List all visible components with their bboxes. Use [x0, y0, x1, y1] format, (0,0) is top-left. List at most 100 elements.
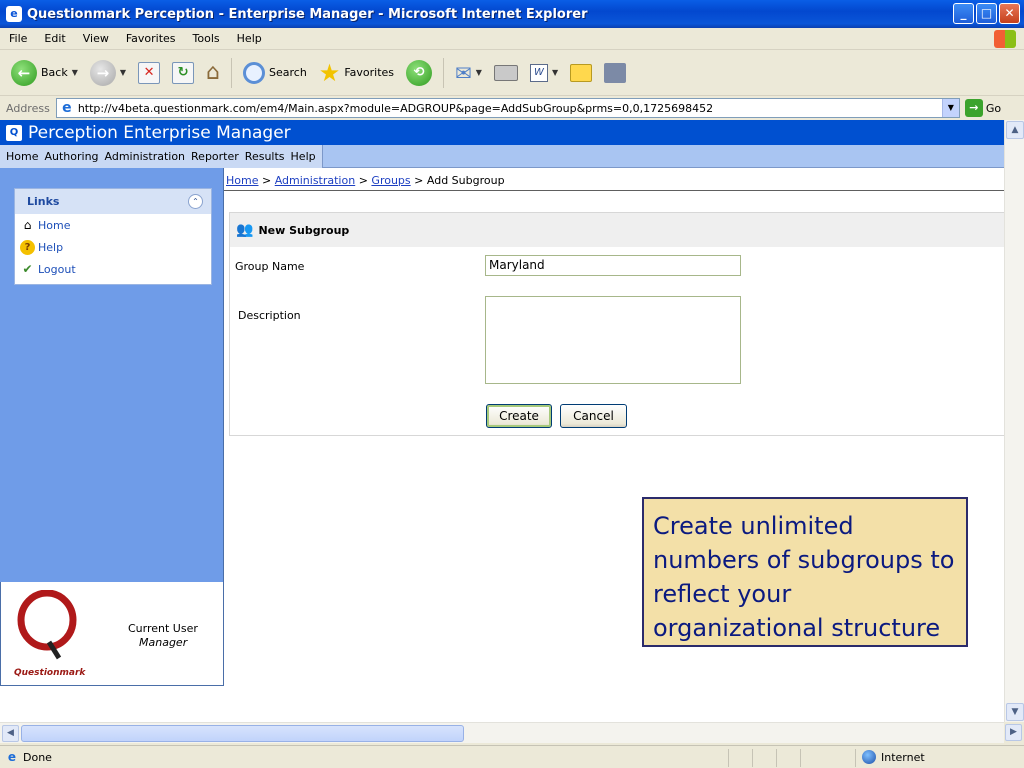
ie-icon: e: [6, 6, 22, 22]
scroll-down-icon[interactable]: ▼: [1006, 703, 1024, 721]
questionmark-logo-icon: [17, 590, 77, 660]
printer-icon: [493, 64, 518, 81]
group-name-input[interactable]: Maryland: [485, 255, 741, 276]
mail-button[interactable]: ✉ ▼: [452, 56, 485, 90]
window-title: Questionmark Perception - Enterprise Man…: [27, 6, 588, 22]
horizontal-scrollbar[interactable]: ◀: [0, 722, 1004, 743]
nav-results[interactable]: Results: [239, 150, 285, 163]
stop-button[interactable]: ✕: [135, 56, 163, 90]
create-button[interactable]: Create: [486, 404, 552, 428]
research-button[interactable]: [601, 56, 629, 90]
callout-text: Create unlimited numbers of subgroups to…: [653, 512, 955, 642]
user-panel: Questionmark Current User Manager: [0, 582, 224, 686]
forward-arrow-icon: →: [89, 59, 116, 86]
print-button[interactable]: [491, 56, 521, 90]
link-home[interactable]: ⌂ Home: [15, 214, 211, 236]
menu-tools[interactable]: Tools: [184, 32, 228, 45]
status-divider: [855, 749, 856, 767]
form-header: 👥 New Subgroup: [230, 213, 1004, 247]
group-icon: 👥: [236, 222, 254, 238]
go-button[interactable]: → Go: [964, 99, 1002, 117]
history-button[interactable]: ⟲: [403, 56, 435, 90]
vertical-scrollbar[interactable]: ▲ ▼: [1004, 120, 1024, 722]
close-button[interactable]: ✕: [999, 3, 1020, 24]
nav-administration[interactable]: Administration: [99, 150, 186, 163]
address-dropdown-icon[interactable]: ▼: [941, 99, 959, 117]
help-icon: ?: [20, 239, 35, 255]
nav-reporter[interactable]: Reporter: [185, 150, 239, 163]
breadcrumb-separator: >: [258, 174, 275, 187]
go-arrow-icon: →: [964, 99, 983, 117]
current-user-name: Manager: [139, 636, 188, 649]
group-name-label: Group Name: [235, 260, 305, 273]
chevron-down-icon: ▼: [551, 68, 559, 77]
search-icon: [243, 61, 265, 84]
callout-note: Create unlimited numbers of subgroups to…: [642, 497, 968, 647]
discuss-button[interactable]: [567, 56, 595, 90]
menu-edit[interactable]: Edit: [35, 32, 73, 45]
forward-button[interactable]: → ▼: [87, 56, 129, 90]
collapse-icon[interactable]: ⌃: [188, 194, 203, 209]
menu-favorites[interactable]: Favorites: [117, 32, 184, 45]
address-bar: Address e http://v4beta.questionmark.com…: [0, 97, 1024, 119]
stop-icon: ✕: [138, 61, 161, 84]
maximize-button[interactable]: □: [976, 3, 997, 24]
breadcrumb-current: Add Subgroup: [426, 174, 505, 187]
home-button[interactable]: ⌂: [203, 56, 223, 90]
windows-logo-icon: [994, 30, 1016, 48]
search-button[interactable]: Search: [240, 56, 310, 90]
link-home-label[interactable]: Home: [38, 219, 70, 232]
horizontal-scroll-thumb[interactable]: [21, 725, 464, 742]
nav-help[interactable]: Help: [285, 150, 316, 163]
scroll-right-icon[interactable]: ▶: [1005, 724, 1022, 741]
toolbar-divider: [443, 57, 445, 88]
refresh-button[interactable]: ↻: [169, 56, 197, 90]
breadcrumb-groups[interactable]: Groups: [371, 174, 410, 187]
scroll-up-icon[interactable]: ▲: [1006, 121, 1024, 139]
toolbar-divider: [231, 57, 232, 88]
link-logout[interactable]: ✔ Logout: [15, 258, 211, 280]
links-header: Links ⌃: [15, 189, 211, 214]
nav-home[interactable]: Home: [0, 150, 38, 163]
minimize-button[interactable]: _: [953, 3, 974, 24]
brand-name: Questionmark: [14, 668, 86, 678]
chevron-down-icon: ▼: [119, 68, 127, 77]
link-logout-label[interactable]: Logout: [38, 263, 76, 276]
nav-authoring[interactable]: Authoring: [38, 150, 98, 163]
app-header: Q Perception Enterprise Manager: [0, 120, 1004, 145]
breadcrumb-administration[interactable]: Administration: [275, 174, 356, 187]
links-panel: Links ⌃ ⌂ Home ? Help ✔ Logout: [14, 188, 212, 285]
status-divider: [728, 749, 729, 767]
chevron-down-icon: ▼: [71, 68, 78, 77]
title-bar: e Questionmark Perception - Enterprise M…: [0, 0, 1024, 28]
edit-button[interactable]: W ▼: [527, 56, 561, 90]
go-label: Go: [985, 101, 1002, 115]
favorites-button[interactable]: ★ Favorites: [316, 56, 397, 90]
breadcrumb-separator: >: [410, 174, 427, 187]
link-help-label[interactable]: Help: [38, 241, 63, 254]
link-help[interactable]: ? Help: [15, 236, 211, 258]
app-logo-icon: Q: [6, 124, 22, 141]
breadcrumb: Home > Administration > Groups > Add Sub…: [226, 174, 505, 187]
cancel-button[interactable]: Cancel: [560, 404, 627, 428]
menu-help[interactable]: Help: [228, 32, 270, 45]
status-text: Done: [23, 750, 52, 764]
address-url[interactable]: http://v4beta.questionmark.com/em4/Main.…: [78, 102, 713, 115]
toolbar: ← Back ▼ → ▼ ✕ ↻ ⌂ Search ★ Favorites ⟲ …: [0, 50, 1024, 96]
back-button[interactable]: ← Back ▼: [8, 56, 81, 90]
breadcrumb-home[interactable]: Home: [226, 174, 258, 187]
refresh-icon: ↻: [172, 61, 195, 84]
mail-icon: ✉: [455, 60, 472, 85]
address-input[interactable]: e http://v4beta.questionmark.com/em4/Mai…: [55, 98, 960, 118]
scroll-left-icon[interactable]: ◀: [2, 725, 19, 742]
menu-view[interactable]: View: [74, 32, 117, 45]
research-icon: [604, 62, 627, 83]
scrollbar-corner: ▶: [1004, 722, 1024, 743]
links-title: Links: [27, 195, 60, 208]
description-textarea[interactable]: [485, 296, 741, 384]
menu-file[interactable]: File: [0, 32, 35, 45]
home-icon: ⌂: [206, 60, 220, 85]
current-user-label: Current User: [128, 622, 198, 635]
status-divider: [752, 749, 753, 767]
page-icon: e: [62, 100, 72, 116]
